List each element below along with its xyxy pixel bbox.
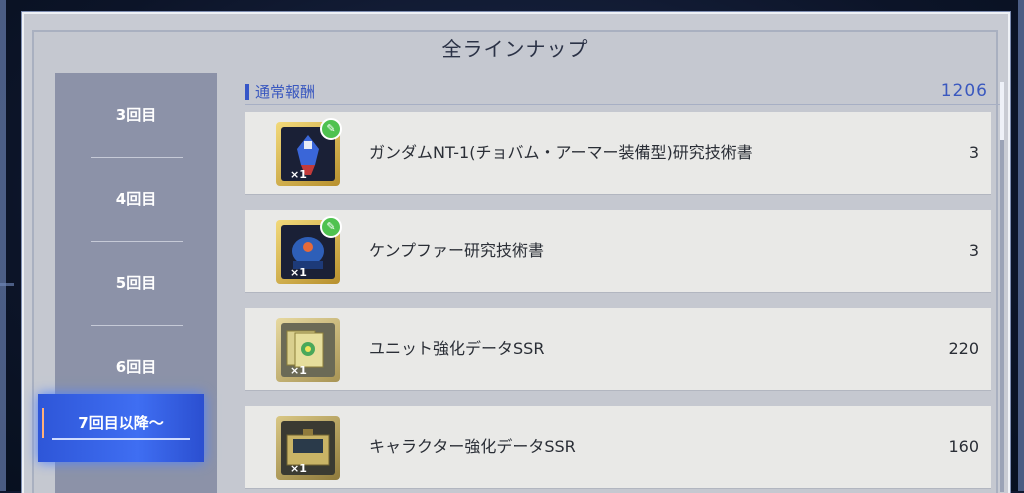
unit-data-icon: ×1 [276, 318, 340, 382]
reward-name: ユニット強化データSSR [369, 339, 545, 358]
item-count-label: ×1 [290, 364, 307, 377]
reward-name: キャラクター強化データSSR [369, 437, 576, 456]
reward-row[interactable]: ✎ ×1 ケンプファー研究技術書 3 [245, 210, 991, 292]
reward-row[interactable]: ✎ ×1 ガンダムNT-1(チョバム・アーマー装備型)研究技術書 3 [245, 112, 991, 194]
round-tab-label: 3回目 [115, 106, 157, 124]
section-label: 通常報酬 [255, 83, 316, 101]
round-tab-3[interactable]: 3回目 [55, 73, 217, 157]
round-tab-7-active[interactable]: 7回目以降〜 [38, 394, 204, 462]
wrench-icon: ✎ [320, 216, 342, 238]
item-count-label: ×1 [290, 462, 307, 475]
scrollbar-thumb[interactable] [1000, 82, 1004, 140]
reward-name: ケンプファー研究技術書 [369, 241, 545, 260]
active-tab-underline [52, 438, 190, 440]
section-marker [245, 84, 249, 100]
reward-quantity: 160 [948, 437, 979, 456]
wrench-icon: ✎ [320, 118, 342, 140]
scrollbar-track[interactable] [1000, 82, 1004, 492]
left-frame-marker [0, 283, 14, 286]
reward-quantity: 3 [968, 241, 979, 260]
reward-quantity: 3 [968, 143, 979, 162]
kampfer-tech-book-icon: ✎ ×1 [276, 216, 342, 284]
reward-name: ガンダムNT-1(チョバム・アーマー装備型)研究技術書 [369, 143, 753, 162]
round-tab-label: 4回目 [115, 190, 157, 208]
character-data-icon: ×1 [276, 416, 340, 480]
round-tab-label: 7回目以降〜 [78, 414, 164, 432]
section-total: 1206 [940, 81, 988, 101]
reward-quantity: 220 [948, 339, 979, 358]
active-tab-marker [42, 408, 44, 438]
round-tab-4[interactable]: 4回目 [55, 157, 217, 241]
reward-row[interactable]: ×1 キャラクター強化データSSR 160 [245, 406, 991, 488]
item-count-label: ×1 [290, 266, 307, 279]
round-tab-label: 5回目 [115, 274, 157, 292]
gundam-tech-book-icon: ✎ ×1 [276, 118, 342, 186]
section-header: 通常報酬 1206 [245, 80, 1000, 105]
section-rule [245, 104, 1000, 105]
reward-row[interactable]: ×1 ユニット強化データSSR 220 [245, 308, 991, 390]
panel-title: 全ラインナップ [441, 37, 589, 61]
item-count-label: ×1 [290, 168, 307, 181]
round-tab-5[interactable]: 5回目 [55, 241, 217, 325]
right-frame-rail [1018, 0, 1024, 491]
left-frame-rail [0, 0, 6, 491]
